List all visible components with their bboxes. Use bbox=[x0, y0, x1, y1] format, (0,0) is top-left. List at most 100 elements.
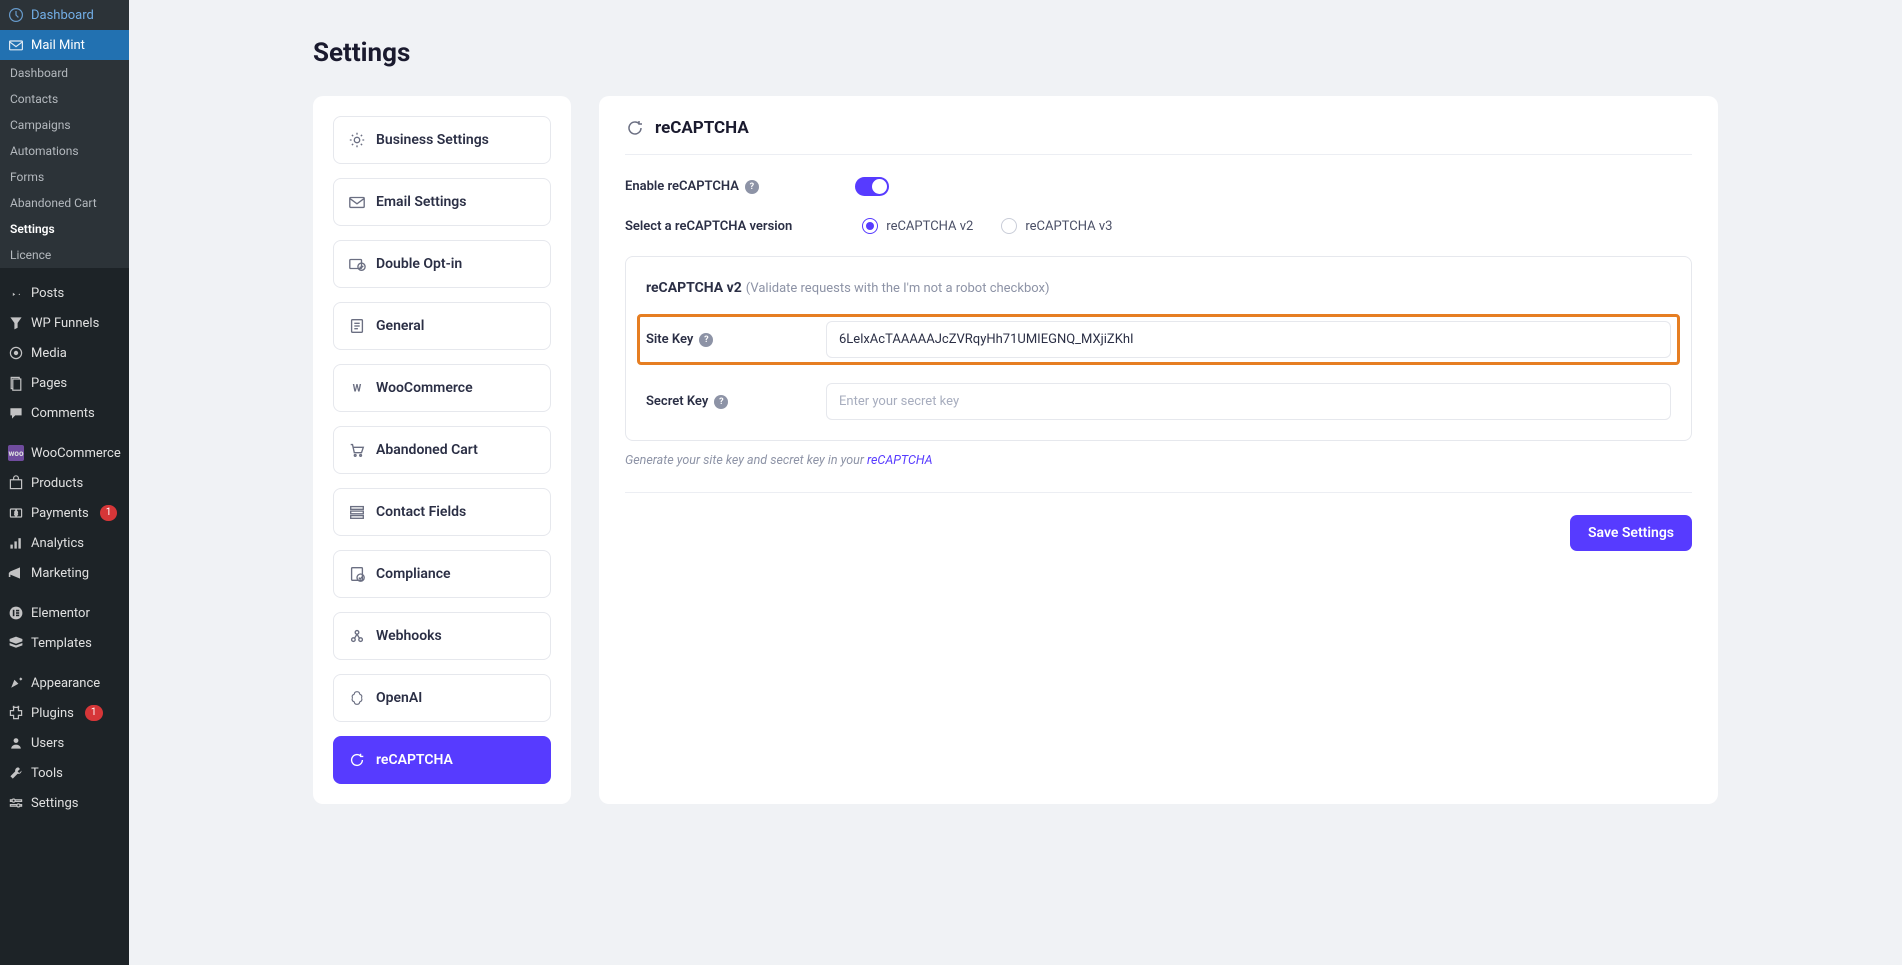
help-icon[interactable]: ? bbox=[699, 333, 713, 347]
sidebar-item-media[interactable]: Media bbox=[0, 338, 129, 368]
sidebar-item-wp-settings[interactable]: Settings bbox=[0, 788, 129, 818]
sidebar-item-analytics[interactable]: Analytics bbox=[0, 528, 129, 558]
sidebar-label: Marketing bbox=[31, 566, 89, 581]
nav-email-settings[interactable]: Email Settings bbox=[333, 178, 551, 226]
recaptcha-link[interactable]: reCAPTCHA bbox=[867, 453, 933, 468]
site-key-input[interactable] bbox=[826, 321, 1671, 358]
mailmint-submenu: Dashboard Contacts Campaigns Automations… bbox=[0, 60, 129, 268]
svg-text:$: $ bbox=[14, 509, 18, 517]
nav-label: OpenAI bbox=[376, 690, 422, 706]
panel-header: reCAPTCHA bbox=[625, 118, 1692, 155]
sidebar-label: Mail Mint bbox=[31, 38, 85, 53]
nav-woocommerce[interactable]: W WooCommerce bbox=[333, 364, 551, 412]
woo-icon: woo bbox=[8, 445, 24, 461]
page-title: Settings bbox=[189, 38, 1842, 68]
sidebar-item-wpfunnels[interactable]: WP Funnels bbox=[0, 308, 129, 338]
sidebar-item-tools[interactable]: Tools bbox=[0, 758, 129, 788]
mail-icon bbox=[8, 37, 24, 53]
nav-double-optin[interactable]: Double Opt-in bbox=[333, 240, 551, 288]
radio-v3[interactable]: reCAPTCHA v3 bbox=[1001, 218, 1112, 234]
secret-key-input[interactable] bbox=[826, 383, 1671, 420]
sidebar-item-marketing[interactable]: Marketing bbox=[0, 558, 129, 588]
nav-label: Email Settings bbox=[376, 194, 466, 210]
help-icon[interactable]: ? bbox=[714, 395, 728, 409]
site-key-row: Site Key ? bbox=[637, 314, 1680, 365]
radio-label: reCAPTCHA v2 bbox=[886, 219, 973, 234]
submenu-campaigns[interactable]: Campaigns bbox=[0, 112, 129, 138]
nav-label: General bbox=[376, 318, 424, 334]
sidebar-label: Tools bbox=[31, 766, 63, 781]
nav-label: Webhooks bbox=[376, 628, 442, 644]
sidebar-item-payments[interactable]: $ Payments 1 bbox=[0, 498, 129, 528]
sidebar-item-woocommerce[interactable]: woo WooCommerce bbox=[0, 438, 129, 468]
recaptcha-icon bbox=[348, 751, 366, 769]
sidebar-item-plugins[interactable]: Plugins 1 bbox=[0, 698, 129, 728]
nav-webhooks[interactable]: Webhooks bbox=[333, 612, 551, 660]
version-label: Select a reCAPTCHA version bbox=[625, 219, 792, 234]
sidebar-item-templates[interactable]: Templates bbox=[0, 628, 129, 658]
submenu-dashboard[interactable]: Dashboard bbox=[0, 60, 129, 86]
nav-compliance[interactable]: Compliance bbox=[333, 550, 551, 598]
nav-recaptcha[interactable]: reCAPTCHA bbox=[333, 736, 551, 784]
appearance-icon bbox=[8, 675, 24, 691]
enable-row: Enable reCAPTCHA ? bbox=[625, 177, 1692, 196]
nav-business-settings[interactable]: Business Settings bbox=[333, 116, 551, 164]
sidebar-item-comments[interactable]: Comments bbox=[0, 398, 129, 428]
sidebar-item-products[interactable]: Products bbox=[0, 468, 129, 498]
help-icon[interactable]: ? bbox=[745, 180, 759, 194]
dashboard-icon bbox=[8, 7, 24, 23]
nav-openai[interactable]: OpenAI bbox=[333, 674, 551, 722]
sidebar-item-pages[interactable]: Pages bbox=[0, 368, 129, 398]
sidebar-label: Appearance bbox=[31, 676, 100, 691]
settings-nav: Business Settings Email Settings Double … bbox=[313, 96, 571, 804]
config-header: reCAPTCHA v2 (Validate requests with the… bbox=[646, 277, 1671, 296]
sidebar-item-posts[interactable]: Posts bbox=[0, 278, 129, 308]
nav-general[interactable]: General bbox=[333, 302, 551, 350]
nav-contact-fields[interactable]: Contact Fields bbox=[333, 488, 551, 536]
save-settings-button[interactable]: Save Settings bbox=[1570, 515, 1692, 551]
submenu-abandoned-cart[interactable]: Abandoned Cart bbox=[0, 190, 129, 216]
radio-icon bbox=[1001, 218, 1017, 234]
elementor-icon bbox=[8, 605, 24, 621]
secret-key-label: Secret Key ? bbox=[646, 394, 786, 409]
enable-toggle[interactable] bbox=[855, 177, 889, 196]
fields-icon bbox=[348, 503, 366, 521]
hint-text: Generate your site key and secret key in… bbox=[625, 453, 1692, 468]
main-content: Settings Business Settings Email Setting… bbox=[129, 0, 1902, 965]
sidebar-label: Plugins bbox=[31, 706, 74, 721]
marketing-icon bbox=[8, 565, 24, 581]
templates-icon bbox=[8, 635, 24, 651]
submenu-licence[interactable]: Licence bbox=[0, 242, 129, 268]
submenu-contacts[interactable]: Contacts bbox=[0, 86, 129, 112]
nav-abandoned-cart[interactable]: Abandoned Cart bbox=[333, 426, 551, 474]
sidebar-label: WP Funnels bbox=[31, 316, 99, 331]
radio-v2[interactable]: reCAPTCHA v2 bbox=[862, 218, 973, 234]
submenu-settings[interactable]: Settings bbox=[0, 216, 129, 242]
wp-admin-sidebar: Dashboard Mail Mint Dashboard Contacts C… bbox=[0, 0, 129, 965]
submenu-forms[interactable]: Forms bbox=[0, 164, 129, 190]
sidebar-label: Products bbox=[31, 476, 83, 491]
submenu-automations[interactable]: Automations bbox=[0, 138, 129, 164]
page-icon bbox=[8, 375, 24, 391]
pin-icon bbox=[8, 285, 24, 301]
product-icon bbox=[8, 475, 24, 491]
settings-panel: reCAPTCHA Enable reCAPTCHA ? Select a re… bbox=[599, 96, 1718, 804]
sidebar-label: Pages bbox=[31, 376, 67, 391]
users-icon bbox=[8, 735, 24, 751]
optin-icon bbox=[348, 255, 366, 273]
comment-icon bbox=[8, 405, 24, 421]
cart-icon bbox=[348, 441, 366, 459]
settings-icon bbox=[8, 795, 24, 811]
sidebar-item-elementor[interactable]: Elementor bbox=[0, 598, 129, 628]
nav-label: reCAPTCHA bbox=[376, 752, 453, 768]
config-subtitle: (Validate requests with the I'm not a ro… bbox=[746, 281, 1050, 296]
sidebar-item-users[interactable]: Users bbox=[0, 728, 129, 758]
sidebar-item-appearance[interactable]: Appearance bbox=[0, 668, 129, 698]
sidebar-label: Settings bbox=[31, 796, 78, 811]
version-radio-group: reCAPTCHA v2 reCAPTCHA v3 bbox=[862, 218, 1112, 234]
media-icon bbox=[8, 345, 24, 361]
tools-icon bbox=[8, 765, 24, 781]
sidebar-item-dashboard[interactable]: Dashboard bbox=[0, 0, 129, 30]
sidebar-label: Comments bbox=[31, 406, 95, 421]
sidebar-item-mailmint[interactable]: Mail Mint bbox=[0, 30, 129, 60]
